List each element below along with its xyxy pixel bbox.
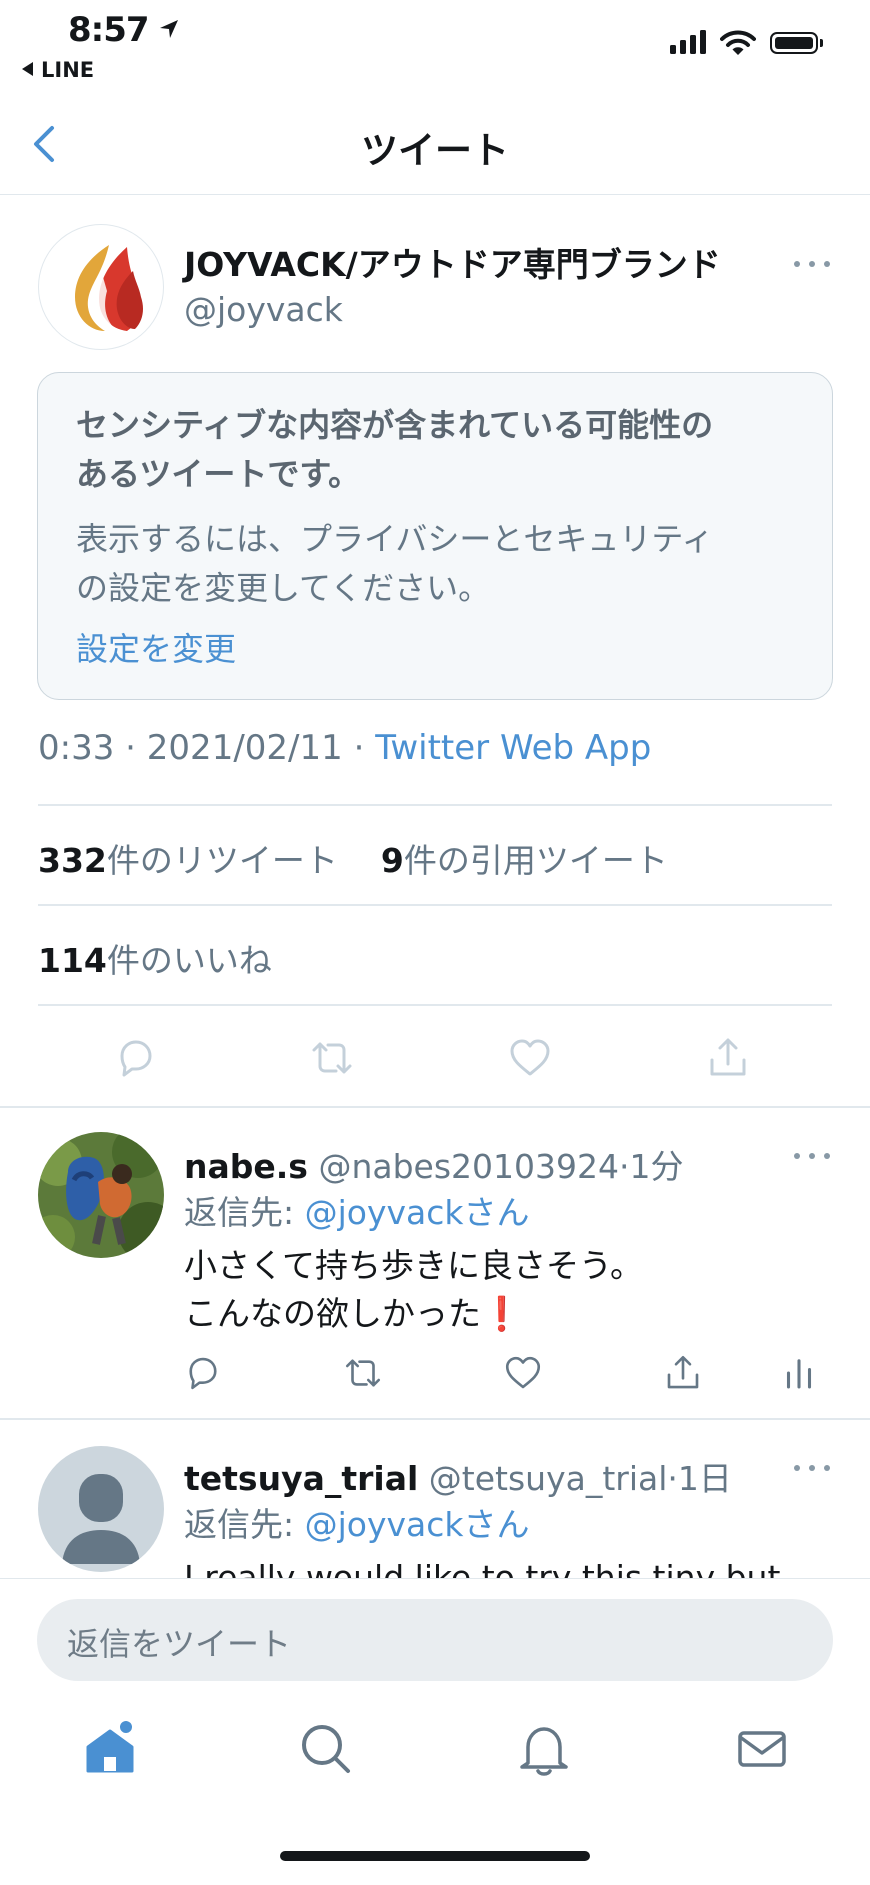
battery-icon	[770, 32, 823, 54]
quote-label: 件の引用ツイート	[403, 841, 668, 880]
reply-compose-input[interactable]: 返信をツイート	[37, 1599, 833, 1681]
home-icon[interactable]	[80, 1719, 140, 1779]
retweet-icon[interactable]	[308, 1034, 356, 1082]
share-icon[interactable]	[704, 1034, 752, 1082]
retweet-count: 332	[38, 841, 107, 880]
tweet-actions	[0, 1034, 870, 1094]
wifi-icon	[720, 30, 756, 55]
hiker-photo	[38, 1132, 164, 1258]
bell-icon[interactable]	[514, 1719, 574, 1779]
reply-avatar[interactable]	[38, 1132, 164, 1258]
reply-author-name[interactable]: nabe.s	[184, 1147, 308, 1186]
sensitive-title-line: センシティブな内容が含まれている可能性の	[76, 406, 714, 444]
status-bar: 8:57 LINE	[0, 0, 870, 96]
like-icon[interactable]	[502, 1352, 544, 1394]
tweet-source-link[interactable]: Twitter Web App	[375, 728, 651, 768]
retweet-stats: 332件のリツイート 9件の引用ツイート	[38, 834, 668, 882]
reply-to-line: 返信先: @joyvackさん	[184, 1498, 530, 1546]
retweets-stat[interactable]: 332件のリツイート	[38, 841, 338, 880]
reply-to-label: 返信先:	[184, 1193, 295, 1232]
back-to-app[interactable]: LINE	[22, 58, 94, 82]
page-title: ツイート	[361, 129, 509, 172]
reply-text-fragment: こんなの欲しかった	[184, 1294, 481, 1333]
back-app-label: LINE	[41, 58, 95, 82]
retweet-icon[interactable]	[342, 1352, 384, 1394]
joyvack-logo-icon	[75, 245, 143, 331]
nav-header: ツイート	[0, 96, 870, 195]
reply-icon[interactable]	[182, 1352, 224, 1394]
tweet-meta: 0:33 · 2021/02/11 · Twitter Web App	[38, 728, 651, 768]
sensitive-body-line: 表示するには、プライバシーとセキュリティ	[76, 520, 714, 558]
reply-item[interactable]: nabe.s @nabes20103924·1分 返信先: @joyvackさん…	[0, 1106, 870, 1418]
analytics-icon[interactable]	[778, 1352, 820, 1394]
exclamation-emoji: ❗	[481, 1294, 523, 1333]
reply-item[interactable]: tetsuya_trial @tetsuya_trial·1日 返信先: @jo…	[0, 1418, 870, 1578]
reply-to-mention[interactable]: @joyvackさん	[305, 1505, 530, 1544]
home-indicator[interactable]	[280, 1851, 590, 1861]
reply-text: 小さくて持ち歩きに良さそう。 こんなの欲しかった❗	[184, 1242, 643, 1338]
author-handle[interactable]: @joyvack	[184, 290, 343, 329]
reply-author-handle[interactable]: @tetsuya_trial	[429, 1459, 668, 1498]
sensitive-body-line: の設定を変更してください。	[76, 569, 491, 607]
meta-separator: ·	[125, 728, 136, 768]
reply-to-mention[interactable]: @joyvackさん	[305, 1193, 530, 1232]
share-icon[interactable]	[662, 1352, 704, 1394]
reply-text-line: I really would like to try this tiny but	[184, 1558, 781, 1578]
reply-to-line: 返信先: @joyvackさん	[184, 1186, 530, 1234]
meta-separator: ·	[353, 728, 365, 768]
search-icon[interactable]	[296, 1719, 356, 1779]
divider	[38, 1004, 832, 1006]
sensitive-notice-title: センシティブな内容が含まれている可能性の あるツイートです。	[76, 401, 794, 499]
reply-time: ·1分	[619, 1147, 684, 1186]
bottom-area: 返信をツイート	[0, 1578, 870, 1885]
quotes-stat[interactable]: 9件の引用ツイート	[381, 841, 668, 880]
quote-count: 9	[380, 841, 404, 880]
like-label: 件のいいね	[106, 941, 272, 980]
likes-stat[interactable]: 114件のいいね	[38, 934, 272, 982]
reply-author-name[interactable]: tetsuya_trial	[184, 1459, 418, 1498]
cellular-signal-icon	[670, 30, 706, 54]
sensitive-title-line: あるツイートです。	[76, 455, 361, 493]
divider	[38, 804, 832, 806]
compose-placeholder: 返信をツイート	[67, 1625, 292, 1663]
reply-avatar[interactable]	[38, 1446, 164, 1572]
author-avatar[interactable]	[38, 224, 164, 350]
sensitive-notice-body: 表示するには、プライバシーとセキュリティ の設定を変更してください。	[76, 515, 794, 613]
reply-author-handle[interactable]: @nabes20103924	[318, 1147, 619, 1186]
reply-more-icon[interactable]	[794, 1462, 834, 1474]
status-time: 8:57	[68, 10, 150, 50]
sensitive-content-notice: センシティブな内容が含まれている可能性の あるツイートです。 表示するには、プラ…	[37, 372, 833, 700]
mail-icon[interactable]	[732, 1719, 792, 1779]
default-profile-icon	[62, 1474, 140, 1564]
divider	[38, 904, 832, 906]
reply-time: ·1日	[667, 1459, 732, 1498]
reply-more-icon[interactable]	[794, 1150, 834, 1162]
tweet-date: 2021/02/11	[146, 728, 343, 768]
reply-header: nabe.s @nabes20103924·1分	[184, 1140, 684, 1188]
location-arrow-icon	[160, 20, 178, 38]
reply-to-label: 返信先:	[184, 1505, 295, 1544]
like-count: 114	[38, 941, 107, 980]
tweet-time: 0:33	[38, 728, 115, 768]
like-icon[interactable]	[506, 1034, 554, 1082]
reply-text-line: 小さくて持ち歩きに良さそう。	[184, 1246, 644, 1285]
reply-text-line: こんなの欲しかった❗	[184, 1290, 643, 1338]
retweet-label: 件のリツイート	[106, 841, 338, 880]
author-name[interactable]: JOYVACK/アウトドア専門ブランド	[184, 238, 721, 286]
reply-header: tetsuya_trial @tetsuya_trial·1日	[184, 1452, 732, 1500]
change-settings-link[interactable]: 設定を変更	[76, 625, 794, 674]
tweet-more-icon[interactable]	[794, 258, 834, 270]
reply-actions	[0, 1352, 870, 1412]
reply-icon[interactable]	[112, 1034, 160, 1082]
